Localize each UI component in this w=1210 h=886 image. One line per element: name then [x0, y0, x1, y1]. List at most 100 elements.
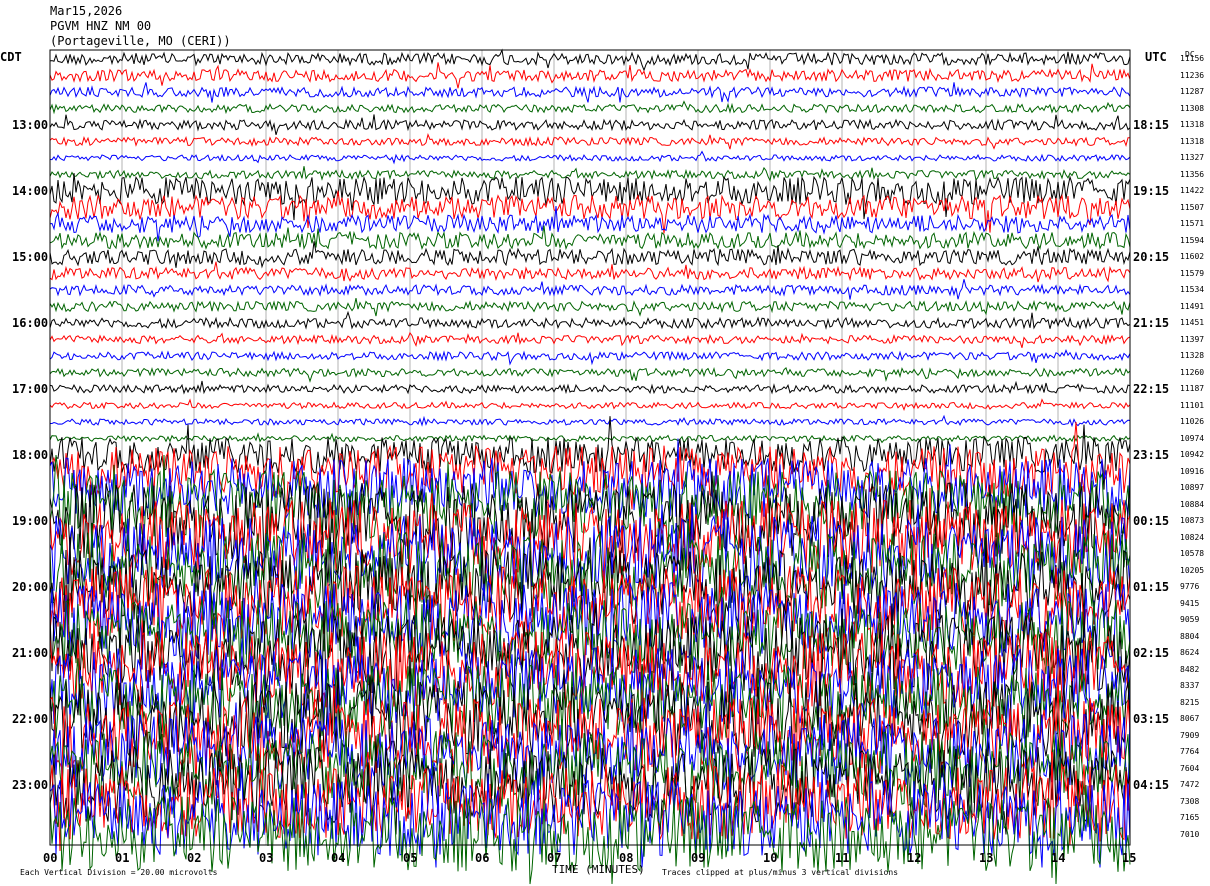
dc-offset-value: 8067: [1180, 714, 1200, 723]
x-tick-label: 05: [403, 851, 418, 865]
dc-offset-value: 11491: [1180, 301, 1205, 311]
dc-offset-value: 7604: [1180, 763, 1200, 773]
x-tick-label: 11: [835, 851, 850, 865]
seismic-trace: [49, 367, 1131, 383]
dc-offset-value: 7909: [1180, 730, 1200, 740]
dc-offset-value: 8337: [1180, 681, 1200, 690]
seismic-trace: [49, 150, 1131, 165]
dc-offset-value: 10916: [1180, 466, 1205, 476]
cdt-hour-label: 22:00: [12, 712, 49, 726]
dc-offset-value: 11422: [1180, 186, 1205, 195]
dc-offset-value: 10205: [1180, 565, 1205, 575]
utc-hour-label: 18:15: [1133, 118, 1170, 132]
x-tick-label: 02: [187, 851, 202, 865]
seismic-trace: [49, 398, 1131, 412]
x-tick-label: 13: [979, 851, 994, 865]
x-tick-label: 00: [43, 851, 58, 865]
seismic-trace: [49, 48, 1131, 72]
dc-offset-value: 11602: [1180, 252, 1205, 261]
dc-offset-value: 11328: [1180, 351, 1205, 360]
dc-offset-value: 11260: [1180, 367, 1205, 377]
seismic-trace: [49, 132, 1130, 150]
cdt-hour-label: 18:00: [12, 448, 49, 462]
x-tick-label: 14: [1051, 851, 1066, 865]
dc-offset-value: 11507: [1180, 202, 1205, 212]
x-tick-label: 10: [763, 851, 778, 865]
dc-offset-value: 9776: [1180, 582, 1200, 591]
dc-offset-value: 10974: [1180, 433, 1205, 443]
utc-hour-label: 19:15: [1133, 184, 1170, 198]
seismic-trace: [49, 432, 1131, 444]
seismic-trace: [49, 279, 1131, 300]
cdt-hour-label: 15:00: [12, 250, 49, 264]
seismic-trace: [49, 225, 1131, 251]
dc-offset-value: 9415: [1180, 598, 1200, 608]
dc-offset-value: 8215: [1180, 697, 1200, 707]
dc-offset-value: 11594: [1180, 235, 1205, 245]
seismic-trace: [49, 297, 1131, 317]
cdt-hour-label: 20:00: [12, 580, 49, 594]
dc-offset-value: 10824: [1180, 532, 1205, 542]
seismic-trace: [49, 380, 1131, 395]
dc-offset-value: 10578: [1180, 549, 1205, 558]
seismic-trace: [49, 62, 1131, 89]
cdt-hour-label: 13:00: [12, 118, 49, 132]
dc-offset-value: 11571: [1180, 219, 1205, 228]
clipping-note: Traces clipped at plus/minus 3 vertical …: [662, 868, 899, 877]
dc-offset-value: 8482: [1180, 664, 1200, 674]
cdt-hour-label: 16:00: [12, 316, 49, 330]
seismic-trace: [49, 190, 1131, 234]
x-tick-label: 04: [331, 851, 346, 865]
dc-offset-value: 10897: [1180, 483, 1205, 492]
dc-offset-value: 7472: [1180, 780, 1200, 789]
dc-offset-value: 9059: [1180, 615, 1200, 624]
dc-offset-value: 11236: [1180, 70, 1205, 80]
dc-offset-value: 10942: [1180, 450, 1205, 459]
x-tick-label: 12: [907, 851, 922, 865]
dc-offset-value: 11156: [1180, 54, 1205, 63]
utc-hour-label: 20:15: [1133, 250, 1170, 264]
dc-offset-value: 7165: [1180, 813, 1200, 822]
dc-offset-value: 11451: [1180, 318, 1205, 327]
dc-offset-value: 11318: [1180, 136, 1205, 146]
cdt-hour-label: 17:00: [12, 382, 49, 396]
dc-offset-value: 11534: [1180, 285, 1205, 294]
seismic-trace: [49, 114, 1131, 135]
seismic-trace: [49, 100, 1131, 115]
utc-hour-label: 23:15: [1133, 448, 1170, 462]
dc-offset-value: 10873: [1180, 516, 1205, 525]
utc-hour-label: 00:15: [1133, 514, 1170, 528]
x-tick-label: 09: [691, 851, 706, 865]
dc-offset-value: 11579: [1180, 268, 1205, 278]
dc-offset-value: 11101: [1180, 400, 1205, 410]
helicorder-plot: [49, 48, 1131, 885]
x-axis-title: TIME (MINUTES): [552, 863, 645, 876]
seismic-trace: [49, 166, 1131, 183]
seismic-trace: [49, 471, 1131, 571]
dc-offset-value: 11287: [1180, 87, 1205, 96]
cdt-hour-label: 14:00: [12, 184, 49, 198]
x-tick-label: 06: [475, 851, 490, 865]
dc-offset-value: 11327: [1180, 153, 1205, 162]
dc-offset-value: 11397: [1180, 334, 1205, 344]
utc-hour-label: 02:15: [1133, 646, 1170, 660]
utc-hour-label: 22:15: [1133, 382, 1170, 396]
dc-offset-value: 11187: [1180, 384, 1205, 393]
dc-offset-value: 11318: [1180, 120, 1205, 129]
utc-hour-label: 04:15: [1133, 778, 1170, 792]
dc-offset-value: 8624: [1180, 648, 1200, 657]
cdt-hour-label: 19:00: [12, 514, 49, 528]
seismic-trace: [49, 421, 1131, 517]
dc-offset-value: 8804: [1180, 631, 1200, 641]
x-tick-label: 03: [259, 851, 274, 865]
seismic-trace: [49, 261, 1131, 283]
dc-offset-value: 7308: [1180, 796, 1200, 806]
dc-offset-value: 7764: [1180, 747, 1200, 756]
seismic-trace: [49, 82, 1131, 104]
x-tick-label: 01: [115, 851, 130, 865]
dc-offset-value: 11308: [1180, 103, 1205, 113]
seismic-trace: [49, 310, 1131, 331]
cdt-hour-label: 21:00: [12, 646, 49, 660]
dc-offset-value: 11026: [1180, 417, 1205, 426]
utc-hour-label: 03:15: [1133, 712, 1170, 726]
